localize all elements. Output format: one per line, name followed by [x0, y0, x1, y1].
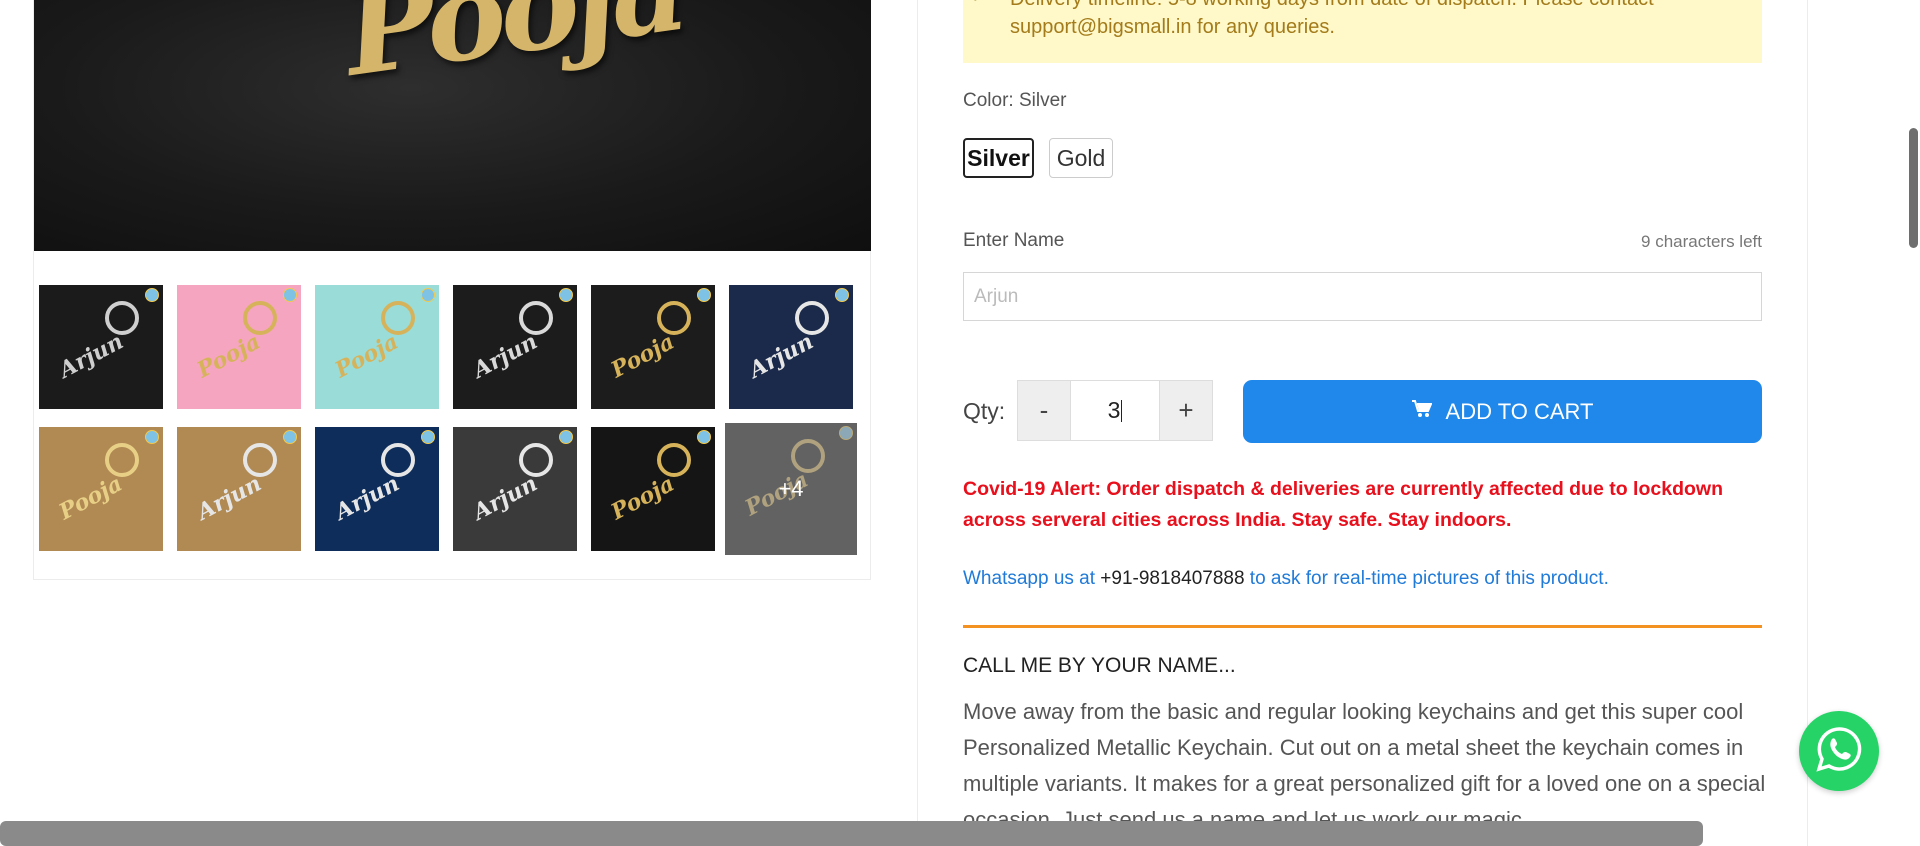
thumbnail-keychain-text: Arjun: [192, 470, 266, 526]
more-images-overlay[interactable]: +4: [725, 423, 857, 555]
name-input[interactable]: [963, 272, 1762, 321]
thumbnail-3[interactable]: Pooja: [315, 285, 439, 409]
thumbnail-9[interactable]: Arjun: [315, 427, 439, 551]
quantity-stepper: - 3 +: [1017, 380, 1213, 441]
quantity-input[interactable]: 3: [1070, 381, 1160, 440]
add-to-cart-button[interactable]: ADD TO CART: [1243, 380, 1762, 443]
whatsapp-icon: [1814, 724, 1864, 779]
add-to-cart-label: ADD TO CART: [1445, 398, 1594, 424]
thumbnail-keychain-text: Arjun: [744, 328, 818, 384]
vertical-scrollbar[interactable]: [1905, 0, 1920, 846]
color-label: Color: Silver: [963, 90, 1067, 111]
thumbnail-6[interactable]: Arjun: [729, 285, 853, 409]
notice-bullet-icon: •: [973, 0, 978, 6]
notice-line-1: Delivery timeline: 5-8 working days from…: [1010, 0, 1654, 11]
description-body: Move away from the basic and regular loo…: [963, 699, 1766, 832]
thumbnail-keychain-text: Pooja: [606, 328, 679, 384]
thumbnail-12[interactable]: Pooja+4: [725, 423, 857, 555]
thumbnail-keychain-text: Pooja: [54, 470, 127, 526]
quantity-value: 3: [1107, 397, 1121, 423]
thumbnail-keychain-text: Pooja: [330, 328, 403, 384]
color-option-silver[interactable]: Silver: [963, 138, 1034, 178]
thumbnail-keychain-text: Pooja: [606, 470, 679, 526]
notice-line-2: support@bigsmall.in for any queries.: [1010, 16, 1335, 38]
thumbnail-1[interactable]: Arjun: [39, 285, 163, 409]
brand-logo-icon: [697, 288, 711, 302]
delivery-notice: • Delivery timeline: 5-8 working days fr…: [963, 0, 1762, 63]
brand-logo-icon: [835, 288, 849, 302]
text-caret: [1121, 399, 1123, 422]
brand-logo-icon: [559, 288, 573, 302]
whatsapp-phone-link[interactable]: +91-9818407888: [1100, 568, 1244, 589]
section-divider: [963, 625, 1762, 628]
quantity-label: Qty:: [963, 398, 1006, 424]
quantity-decrease-button[interactable]: -: [1018, 381, 1070, 440]
thumbnail-8[interactable]: Arjun: [177, 427, 301, 551]
thumbnail-keychain-text: Pooja: [192, 328, 265, 384]
whatsapp-prefix: Whatsapp us at: [963, 568, 1101, 589]
brand-logo-icon: [283, 430, 297, 444]
main-product-image[interactable]: Pooja: [34, 0, 871, 251]
brand-logo-icon: [145, 430, 159, 444]
vertical-scrollbar-thumb[interactable]: [1909, 128, 1918, 248]
brand-logo-icon: [283, 288, 297, 302]
quantity-increase-button[interactable]: +: [1160, 381, 1212, 440]
thumbnail-keychain-text: Arjun: [468, 470, 542, 526]
brand-logo-icon: [421, 430, 435, 444]
shopping-cart-icon: [1411, 399, 1433, 424]
brand-logo-icon: [697, 430, 711, 444]
description-title: CALL ME BY YOUR NAME...: [963, 654, 1236, 677]
product-gallery: Pooja Arjun Pooja Pooja Arjun Pooja Arjun Pooj…: [33, 0, 871, 580]
thumbnail-10[interactable]: Arjun: [453, 427, 577, 551]
covid-alert: Covid-19 Alert: Order dispatch & deliver…: [963, 478, 1723, 531]
whatsapp-contact-line: Whatsapp us at +91-9818407888 to ask for…: [963, 568, 1609, 590]
characters-left-counter: 9 characters left: [1641, 232, 1762, 251]
thumbnail-4[interactable]: Arjun: [453, 285, 577, 409]
thumbnail-keychain-text: Arjun: [468, 328, 542, 384]
horizontal-scrollbar-thumb[interactable]: [0, 821, 1703, 846]
thumbnail-5[interactable]: Pooja: [591, 285, 715, 409]
brand-logo-icon: [559, 430, 573, 444]
whatsapp-suffix: to ask for real-time pictures of this pr…: [1244, 568, 1609, 589]
thumbnail-2[interactable]: Pooja: [177, 285, 301, 409]
brand-logo-icon: [421, 288, 435, 302]
brand-logo-icon: [145, 288, 159, 302]
thumbnail-7[interactable]: Pooja: [39, 427, 163, 551]
name-field-label: Enter Name: [963, 230, 1065, 251]
whatsapp-chat-button[interactable]: [1799, 711, 1879, 791]
color-option-gold[interactable]: Gold: [1049, 138, 1113, 178]
thumbnail-keychain-text: Arjun: [330, 470, 404, 526]
thumbnail-keychain-text: Arjun: [54, 328, 128, 384]
main-image-keychain-text: Pooja: [335, 0, 691, 104]
thumbnail-11[interactable]: Pooja: [591, 427, 715, 551]
